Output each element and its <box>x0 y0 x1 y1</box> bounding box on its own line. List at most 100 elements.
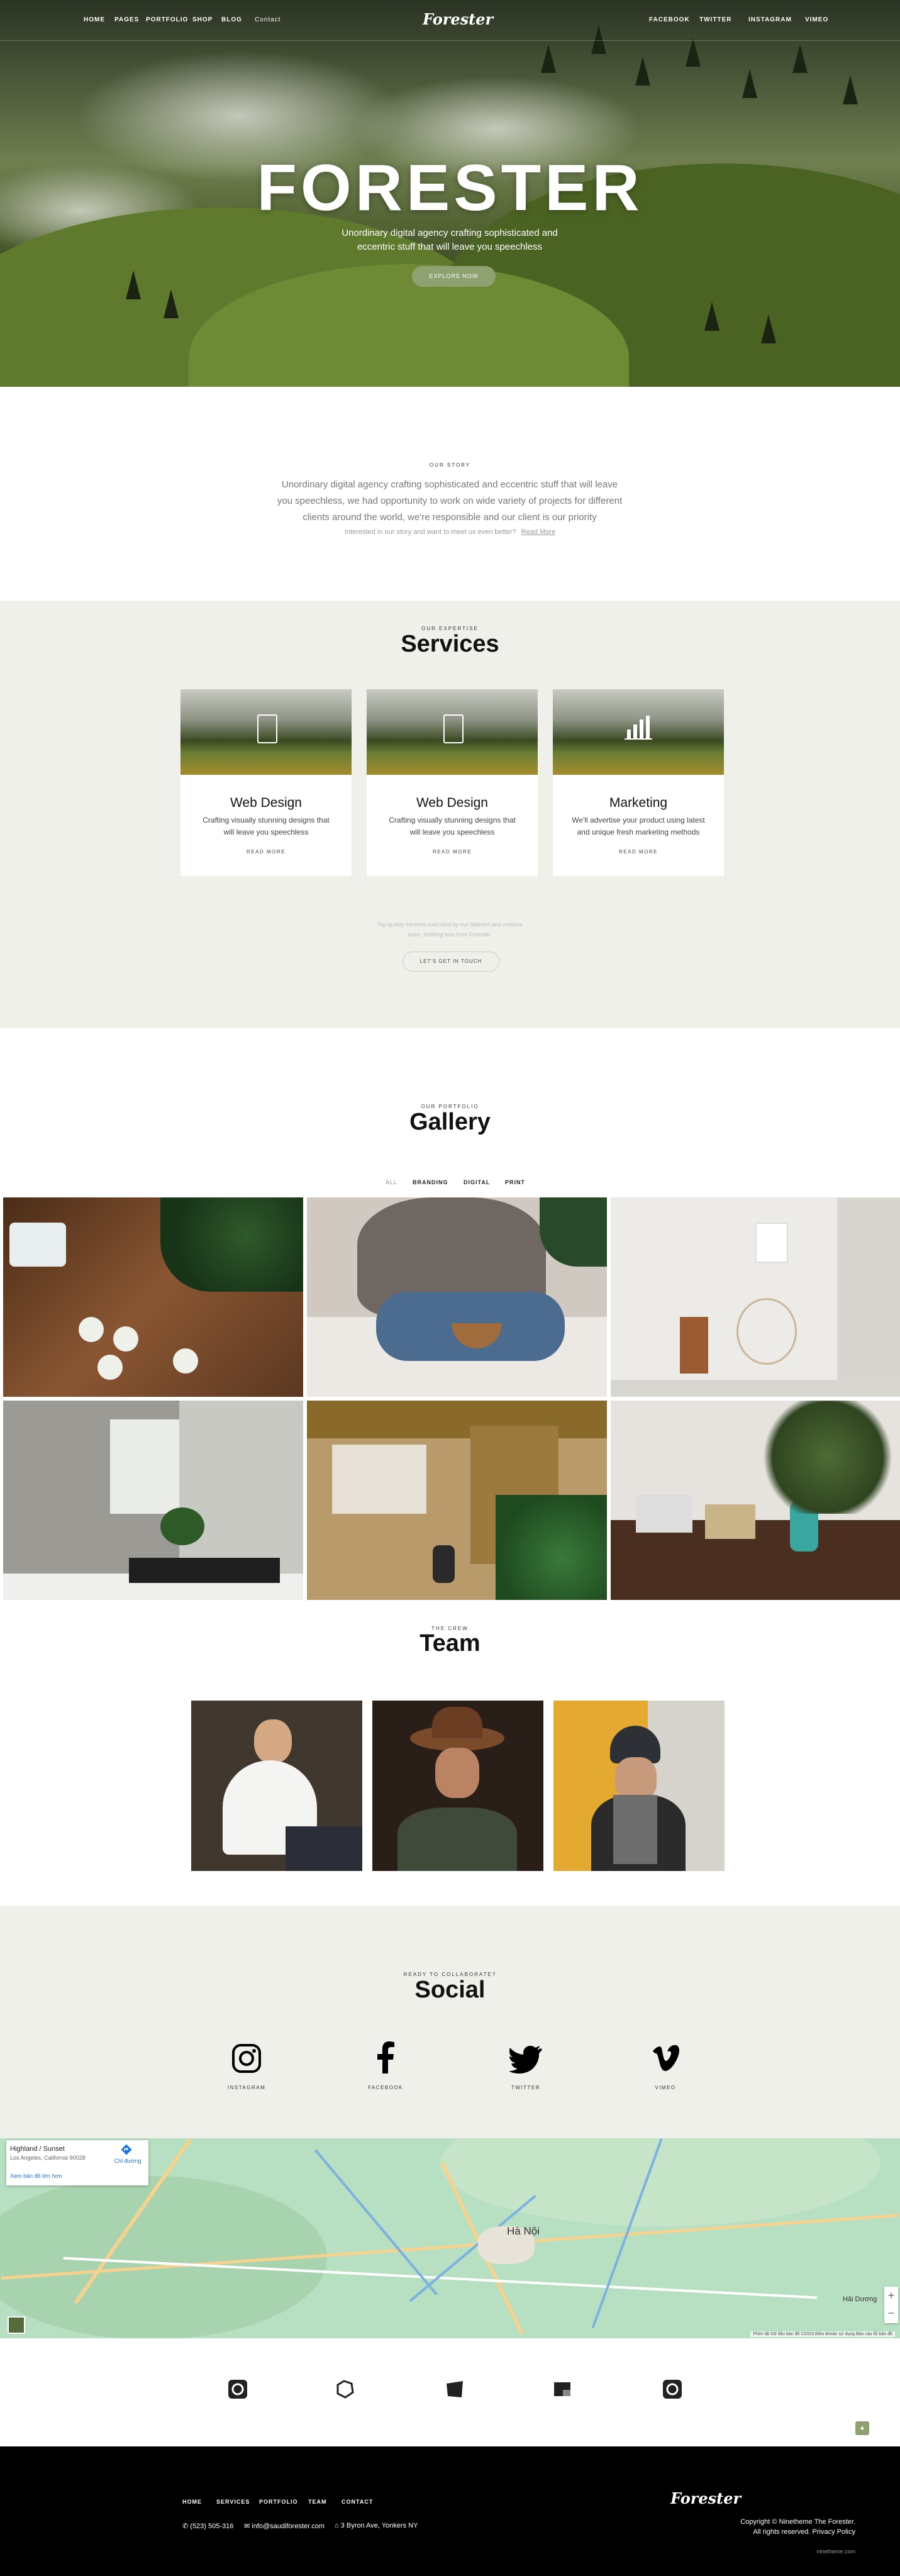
story-note: Interested in our story and want to meet… <box>0 528 900 536</box>
service-title: Web Design <box>416 796 488 810</box>
team-member[interactable] <box>372 1701 543 1871</box>
zoom-in-button[interactable]: + <box>884 2287 898 2304</box>
filter-print[interactable]: PRINT <box>505 1179 525 1185</box>
map-attribution: Phím tắt Dữ liệu bản đồ ©2023 Điều khoản… <box>750 2331 895 2337</box>
facebook-icon <box>377 2041 394 2074</box>
service-title: Web Design <box>230 796 302 810</box>
service-card: Web Design Crafting visually stunning de… <box>367 689 538 876</box>
filter-branding[interactable]: BRANDING <box>413 1179 448 1185</box>
footer-nav-portfolio[interactable]: PORTFOLIO <box>259 2499 298 2505</box>
team-member[interactable] <box>553 1701 725 1871</box>
service-card: Marketing We'll advertise your product u… <box>553 689 724 876</box>
social-label: INSTAGRAM <box>227 2085 266 2090</box>
phone-icon: ✆ <box>182 2523 191 2530</box>
hero-section: HOME PAGES PORTFOLIO SHOP BLOG Contact F… <box>0 0 900 387</box>
story-note-text: Interested in our story and want to meet… <box>344 528 516 536</box>
service-text: We'll advertise your product using lates… <box>572 816 705 836</box>
read-more-button[interactable]: READ MORE <box>553 849 724 855</box>
footer-phone-text: (523) 505-316 <box>190 2523 234 2530</box>
service-text: Crafting visually stunning designs that … <box>389 816 516 836</box>
client-logo[interactable] <box>445 2380 464 2399</box>
footer-nav-services[interactable]: SERVICES <box>216 2499 250 2505</box>
get-in-touch-button[interactable]: LET'S GET IN TOUCH <box>403 952 499 972</box>
home-icon: ⌂ <box>335 2522 341 2529</box>
map-zoom-controls: + − <box>884 2287 898 2323</box>
client-logo[interactable] <box>663 2380 682 2399</box>
gallery-item[interactable] <box>611 1401 900 1600</box>
nav-portfolio[interactable]: PORTFOLIO <box>146 16 188 23</box>
service-image <box>181 689 352 775</box>
footer-email[interactable]: ✉ info@saudiforester.com <box>244 2522 325 2530</box>
service-text: Crafting visually stunning designs that … <box>203 816 330 836</box>
zoom-out-button[interactable]: − <box>884 2304 898 2322</box>
footer-nav-contact[interactable]: CONTACT <box>342 2499 373 2505</box>
hero-subtitle: Unordinary digital agency crafting sophi… <box>342 228 558 252</box>
back-to-top-button[interactable]: ▲ <box>855 2421 869 2435</box>
nav-contact[interactable]: Contact <box>255 16 281 23</box>
client-logo[interactable] <box>553 2380 572 2399</box>
nav-home[interactable]: HOME <box>84 16 105 23</box>
gallery-title: Gallery <box>409 1109 491 1135</box>
social-label: TWITTER <box>511 2085 541 2090</box>
explore-button[interactable]: EXPLORE NOW <box>412 266 496 287</box>
map-place-address: Los Angeles, California 90028 <box>10 2155 86 2161</box>
privacy-policy-link[interactable]: Privacy Policy <box>813 2528 855 2536</box>
client-logo[interactable] <box>228 2380 247 2399</box>
read-more-button[interactable]: READ MORE <box>181 849 352 855</box>
social-twitter[interactable]: TWITTER <box>488 2041 564 2090</box>
map-layer-toggle[interactable] <box>8 2316 25 2334</box>
read-more-button[interactable]: READ MORE <box>367 849 538 855</box>
team-member[interactable] <box>191 1701 362 1871</box>
bar-chart-icon <box>625 716 652 740</box>
gallery-item[interactable] <box>307 1197 607 1397</box>
directions-icon[interactable] <box>121 2144 132 2155</box>
service-title: Marketing <box>609 796 668 810</box>
footer <box>0 2446 900 2576</box>
social-section <box>0 1906 900 2138</box>
footer-email-text: info@saudiforester.com <box>252 2523 325 2530</box>
nav-vimeo[interactable]: VIMEO <box>805 16 828 23</box>
footer-phone[interactable]: ✆ (523) 505-316 <box>182 2522 233 2530</box>
map-place-title: Highland / Sunset <box>10 2145 65 2153</box>
directions-link[interactable]: Chỉ đường <box>112 2158 143 2164</box>
nav-twitter[interactable]: TWITTER <box>699 16 731 23</box>
nav-instagram[interactable]: INSTAGRAM <box>748 16 792 23</box>
filter-all[interactable]: ALL <box>386 1179 397 1185</box>
map-city-label: Hà Nội <box>507 2225 540 2237</box>
client-logo[interactable] <box>335 2380 354 2399</box>
map-city2-label: Hải Dương <box>843 2296 877 2303</box>
footer-nav-home[interactable]: HOME <box>182 2499 202 2505</box>
footer-nav-team[interactable]: TEAM <box>308 2499 327 2505</box>
nav-facebook[interactable]: FACEBOOK <box>649 16 690 23</box>
brand-logo[interactable]: Forester <box>423 10 493 28</box>
footer-copyright: Copyright © Ninetheme The Forester. <box>740 2518 855 2526</box>
nav-pages[interactable]: PAGES <box>114 16 139 23</box>
footer-address: ⌂ 3 Byron Ave, Yonkers NY <box>335 2522 418 2529</box>
footer-brand-logo[interactable]: Forester <box>670 2489 741 2507</box>
nav-blog[interactable]: BLOG <box>221 16 242 23</box>
story-text: Unordinary digital agency crafting sophi… <box>277 479 623 523</box>
gallery-item[interactable] <box>307 1401 607 1600</box>
social-instagram[interactable]: INSTAGRAM <box>209 2041 284 2090</box>
social-facebook[interactable]: FACEBOOK <box>348 2041 423 2090</box>
gallery-item[interactable] <box>611 1197 900 1397</box>
filter-digital[interactable]: DIGITAL <box>464 1179 490 1185</box>
social-vimeo[interactable]: VIMEO <box>628 2041 703 2090</box>
services-title: Services <box>401 631 499 657</box>
social-title: Social <box>414 1977 486 2003</box>
hero-title: FORESTER <box>257 152 643 225</box>
vimeo-icon <box>653 2045 679 2071</box>
gallery-item[interactable] <box>3 1401 303 1600</box>
service-card: Web Design Crafting visually stunning de… <box>181 689 352 876</box>
map-info-card: Highland / Sunset Los Angeles, Californi… <box>6 2140 148 2185</box>
service-image <box>367 689 538 775</box>
footer-rights: All rights reserved. <box>753 2528 811 2536</box>
read-more-link[interactable]: Read More <box>521 528 555 536</box>
footer-site[interactable]: ninetheme.com <box>604 2548 855 2555</box>
larger-map-link[interactable]: Xem bản đồ lớn hơn <box>10 2173 62 2179</box>
gallery-item[interactable] <box>3 1197 303 1397</box>
top-navigation: HOME PAGES PORTFOLIO SHOP BLOG Contact F… <box>0 0 900 41</box>
nav-shop[interactable]: SHOP <box>192 16 213 23</box>
social-label: FACEBOOK <box>367 2085 403 2090</box>
footer-address-text: 3 Byron Ave, Yonkers NY <box>340 2522 418 2529</box>
